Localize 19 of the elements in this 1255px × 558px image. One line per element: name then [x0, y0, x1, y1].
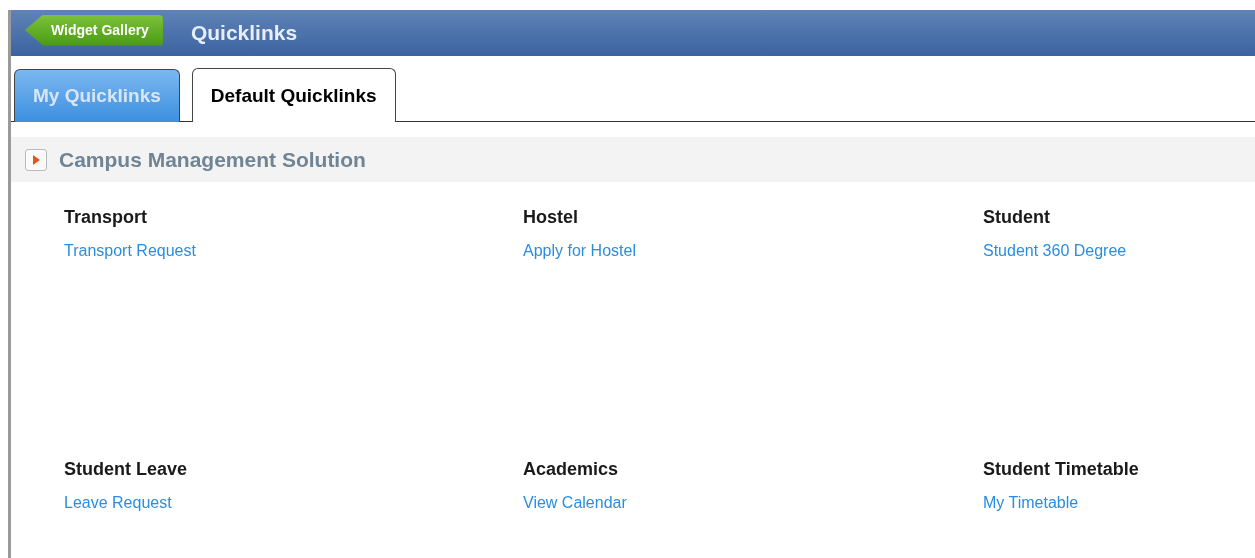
expand-toggle[interactable] — [25, 148, 47, 171]
section-title: Campus Management Solution — [59, 147, 366, 172]
play-icon — [32, 154, 40, 165]
group-title: Hostel — [523, 207, 578, 228]
group-title: Student Timetable — [983, 459, 1139, 480]
quicklink[interactable]: My Timetable — [983, 494, 1079, 512]
tab[interactable]: Default Quicklinks — [191, 68, 396, 122]
back-button[interactable]: Widget Gallery — [25, 14, 163, 46]
group-title: Academics — [523, 459, 619, 480]
group-title: Transport — [64, 207, 147, 228]
page-title: Quicklinks — [190, 21, 298, 45]
quicklink[interactable]: View Calendar — [523, 494, 627, 512]
tab[interactable]: My Quicklinks — [14, 69, 180, 122]
quicklink[interactable]: Transport Request — [64, 242, 196, 260]
quicklink[interactable]: Student 360 Degree — [983, 242, 1127, 260]
quicklink[interactable]: Leave Request — [64, 494, 172, 512]
group-title: Student — [983, 207, 1050, 228]
group-title: Student Leave — [64, 459, 188, 480]
quicklink[interactable]: Apply for Hostel — [523, 242, 636, 260]
